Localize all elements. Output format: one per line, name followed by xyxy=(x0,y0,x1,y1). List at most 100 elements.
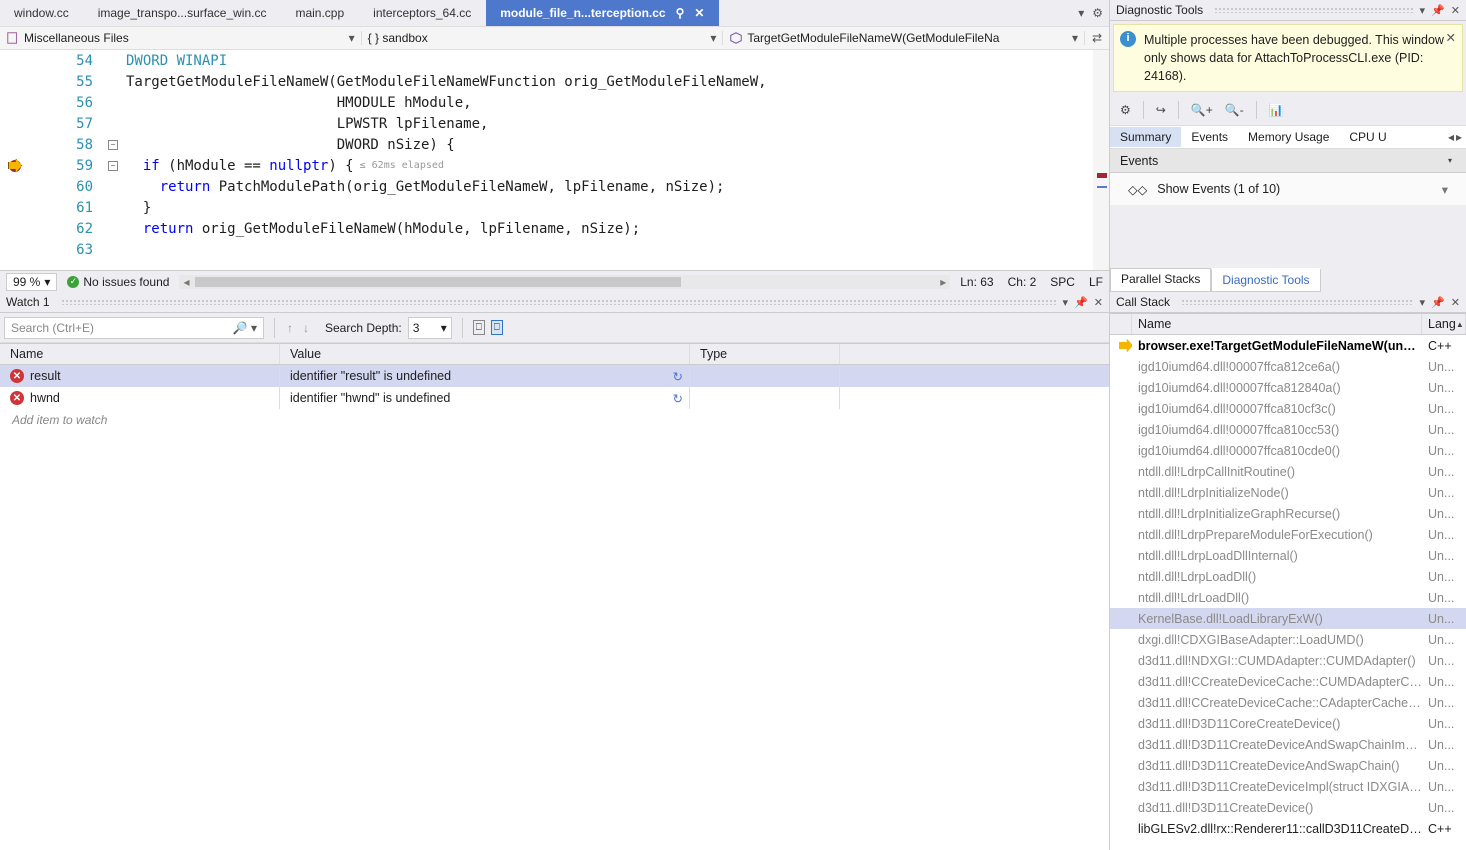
nav-split-icon[interactable]: ⇄ xyxy=(1085,31,1109,45)
refresh-icon[interactable]: ↻ xyxy=(673,369,683,384)
refresh-icon[interactable]: ↻ xyxy=(673,391,683,406)
code-line[interactable]: DWORD nSize) { xyxy=(124,134,1093,155)
callstack-row[interactable]: ntdll.dll!LdrpInitializeGraphRecurse()Un… xyxy=(1110,503,1466,524)
fold-toggle[interactable]: − xyxy=(102,155,124,176)
fold-toggle[interactable] xyxy=(102,176,124,197)
search-prev-icon[interactable]: ↑ xyxy=(285,321,295,335)
line-number[interactable]: 61 xyxy=(0,197,101,218)
status-line[interactable]: Ln: 63 xyxy=(960,275,993,289)
document-tab[interactable]: interceptors_64.cc xyxy=(359,0,486,26)
callstack-row[interactable]: d3d11.dll!D3D11CreateDeviceAndSwapChainI… xyxy=(1110,734,1466,755)
callstack-row[interactable]: igd10iumd64.dll!00007ffca810cde0()Un... xyxy=(1110,440,1466,461)
callstack-row[interactable]: d3d11.dll!D3D11CreateDeviceImpl(struct I… xyxy=(1110,776,1466,797)
fold-toggle[interactable] xyxy=(102,239,124,260)
document-tab[interactable]: main.cpp xyxy=(281,0,359,26)
diagnostic-tab[interactable]: Summary xyxy=(1110,127,1181,147)
close-icon[interactable]: ✕ xyxy=(1451,4,1460,17)
code-content[interactable]: DWORD WINAPITargetGetModuleFileNameW(Get… xyxy=(124,50,1093,270)
tab-dropdown-icon[interactable]: ▾ xyxy=(1078,6,1084,20)
nav-namespace-dropdown[interactable]: { } sandbox ▾ xyxy=(362,31,724,45)
line-number[interactable]: 59 xyxy=(0,155,101,176)
fold-toggle[interactable] xyxy=(102,197,124,218)
fold-toggle[interactable] xyxy=(102,218,124,239)
nav-right-icon[interactable]: ▸ xyxy=(1456,130,1462,144)
nav-left-icon[interactable]: ◂ xyxy=(1448,130,1454,144)
callstack-row[interactable]: igd10iumd64.dll!00007ffca812ce6a()Un... xyxy=(1110,356,1466,377)
callstack-row[interactable]: igd10iumd64.dll!00007ffca812840a()Un... xyxy=(1110,377,1466,398)
chart-icon[interactable]: 📊 xyxy=(1269,103,1284,117)
col-value[interactable]: Value xyxy=(280,344,690,364)
watch-row[interactable]: ✕hwndidentifier "hwnd" is undefined↻ xyxy=(0,387,1109,409)
status-eol[interactable]: LF xyxy=(1089,275,1103,289)
status-char[interactable]: Ch: 2 xyxy=(1008,275,1037,289)
diagnostic-tab[interactable]: CPU U xyxy=(1339,127,1396,147)
diagnostic-tools-header[interactable]: Diagnostic Tools ▾ 📌 ✕ xyxy=(1110,0,1466,21)
callstack-row[interactable]: d3d11.dll!CCreateDeviceCache::CAdapterCa… xyxy=(1110,692,1466,713)
callstack-row[interactable]: ntdll.dll!LdrpInitializeNode()Un... xyxy=(1110,482,1466,503)
dropdown-icon[interactable]: ▾ xyxy=(1063,296,1069,309)
callstack-row[interactable]: d3d11.dll!CCreateDeviceCache::CUMDAdapte… xyxy=(1110,671,1466,692)
callstack-row[interactable]: d3d11.dll!D3D11CreateDevice()Un... xyxy=(1110,797,1466,818)
line-number[interactable]: 56 xyxy=(0,92,101,113)
callstack-row[interactable]: d3d11.dll!D3D11CreateDeviceAndSwapChain(… xyxy=(1110,755,1466,776)
fold-toggle[interactable] xyxy=(102,50,124,71)
callstack-row[interactable]: ntdll.dll!LdrpLoadDll()Un... xyxy=(1110,566,1466,587)
callstack-row[interactable]: libGLESv2.dll!rx::Renderer11::callD3D11C… xyxy=(1110,818,1466,839)
document-tab[interactable]: window.cc xyxy=(0,0,84,26)
pin-icon[interactable]: 📌 xyxy=(1431,4,1445,17)
line-number[interactable]: 58 xyxy=(0,134,101,155)
diagnostic-tab[interactable]: Events xyxy=(1181,127,1238,147)
callstack-row[interactable]: browser.exe!TargetGetModuleFileNameW(uns… xyxy=(1110,335,1466,356)
pin-icon[interactable]: 📌 xyxy=(1074,296,1088,309)
banner-close-icon[interactable]: ✕ xyxy=(1446,29,1456,47)
callstack-row[interactable]: KernelBase.dll!LoadLibraryExW()Un... xyxy=(1110,608,1466,629)
fold-toggle[interactable]: − xyxy=(102,134,124,155)
line-number[interactable]: 60 xyxy=(0,176,101,197)
diagnostic-tab[interactable]: Memory Usage xyxy=(1238,127,1339,147)
watch-header[interactable]: Watch 1 ▾ 📌 ✕ xyxy=(0,292,1109,313)
tool-window-tab[interactable]: Diagnostic Tools xyxy=(1211,268,1320,292)
tab-close-icon[interactable]: ✕ xyxy=(694,6,704,20)
add-watch-item[interactable]: Add item to watch xyxy=(0,409,1109,431)
callstack-row[interactable]: igd10iumd64.dll!00007ffca810cc53()Un... xyxy=(1110,419,1466,440)
code-line[interactable]: TargetGetModuleFileNameW(GetModuleFileNa… xyxy=(124,71,1093,92)
code-line[interactable] xyxy=(124,239,1093,260)
tool-window-tab[interactable]: Parallel Stacks xyxy=(1110,268,1211,292)
watch-search-input[interactable]: Search (Ctrl+E) 🔎 ▾ xyxy=(4,317,264,339)
horizontal-scrollbar[interactable]: ◂▸ xyxy=(179,275,950,289)
events-section-header[interactable]: Events ▾ xyxy=(1110,149,1466,173)
code-line[interactable]: DWORD WINAPI xyxy=(124,50,1093,71)
nav-scope-dropdown[interactable]: Miscellaneous Files ▾ xyxy=(0,31,362,45)
search-next-icon[interactable]: ↓ xyxy=(301,321,311,335)
dropdown-icon[interactable]: ▾ xyxy=(1420,296,1426,309)
line-number[interactable]: 54 xyxy=(0,50,101,71)
close-icon[interactable]: ✕ xyxy=(1451,296,1460,309)
pin-icon[interactable]: 📌 xyxy=(1431,296,1445,309)
gear-icon[interactable]: ⚙ xyxy=(1092,6,1103,20)
code-line[interactable]: return PatchModulePath(orig_GetModuleFil… xyxy=(124,176,1093,197)
document-tab[interactable]: image_transpo...surface_win.cc xyxy=(84,0,282,26)
tool-icon-1[interactable]: ⎕ xyxy=(473,320,485,335)
pin-icon[interactable]: ⚲ xyxy=(676,6,685,20)
search-depth-dropdown[interactable]: 3▾ xyxy=(408,317,452,339)
code-line[interactable]: HMODULE hModule, xyxy=(124,92,1093,113)
zoom-in-icon[interactable]: 🔍+ xyxy=(1191,103,1213,117)
col-type[interactable]: Type xyxy=(690,344,840,364)
callstack-row[interactable]: dxgi.dll!CDXGIBaseAdapter::LoadUMD()Un..… xyxy=(1110,629,1466,650)
callstack-row[interactable]: ntdll.dll!LdrLoadDll()Un... xyxy=(1110,587,1466,608)
fold-toggle[interactable] xyxy=(102,71,124,92)
zoom-out-icon[interactable]: 🔍- xyxy=(1225,103,1244,117)
code-line[interactable]: } xyxy=(124,197,1093,218)
fold-toggle[interactable] xyxy=(102,113,124,134)
gear-icon[interactable]: ⚙ xyxy=(1120,103,1131,117)
status-indent[interactable]: SPC xyxy=(1050,275,1075,289)
code-editor[interactable]: 54555657585960616263 −− DWORD WINAPITarg… xyxy=(0,50,1109,270)
code-line[interactable]: LPWSTR lpFilename, xyxy=(124,113,1093,134)
code-line[interactable]: return orig_GetModuleFileNameW(hModule, … xyxy=(124,218,1093,239)
callstack-header[interactable]: Call Stack ▾ 📌 ✕ xyxy=(1110,292,1466,313)
line-number[interactable]: 63 xyxy=(0,239,101,260)
document-tab[interactable]: module_file_n...terception.cc⚲✕ xyxy=(486,0,719,26)
health-indicator[interactable]: ✓ No issues found xyxy=(67,275,169,289)
show-events-row[interactable]: ◇◇ Show Events (1 of 10) ▾ xyxy=(1110,173,1466,205)
callstack-row[interactable]: igd10iumd64.dll!00007ffca810cf3c()Un... xyxy=(1110,398,1466,419)
